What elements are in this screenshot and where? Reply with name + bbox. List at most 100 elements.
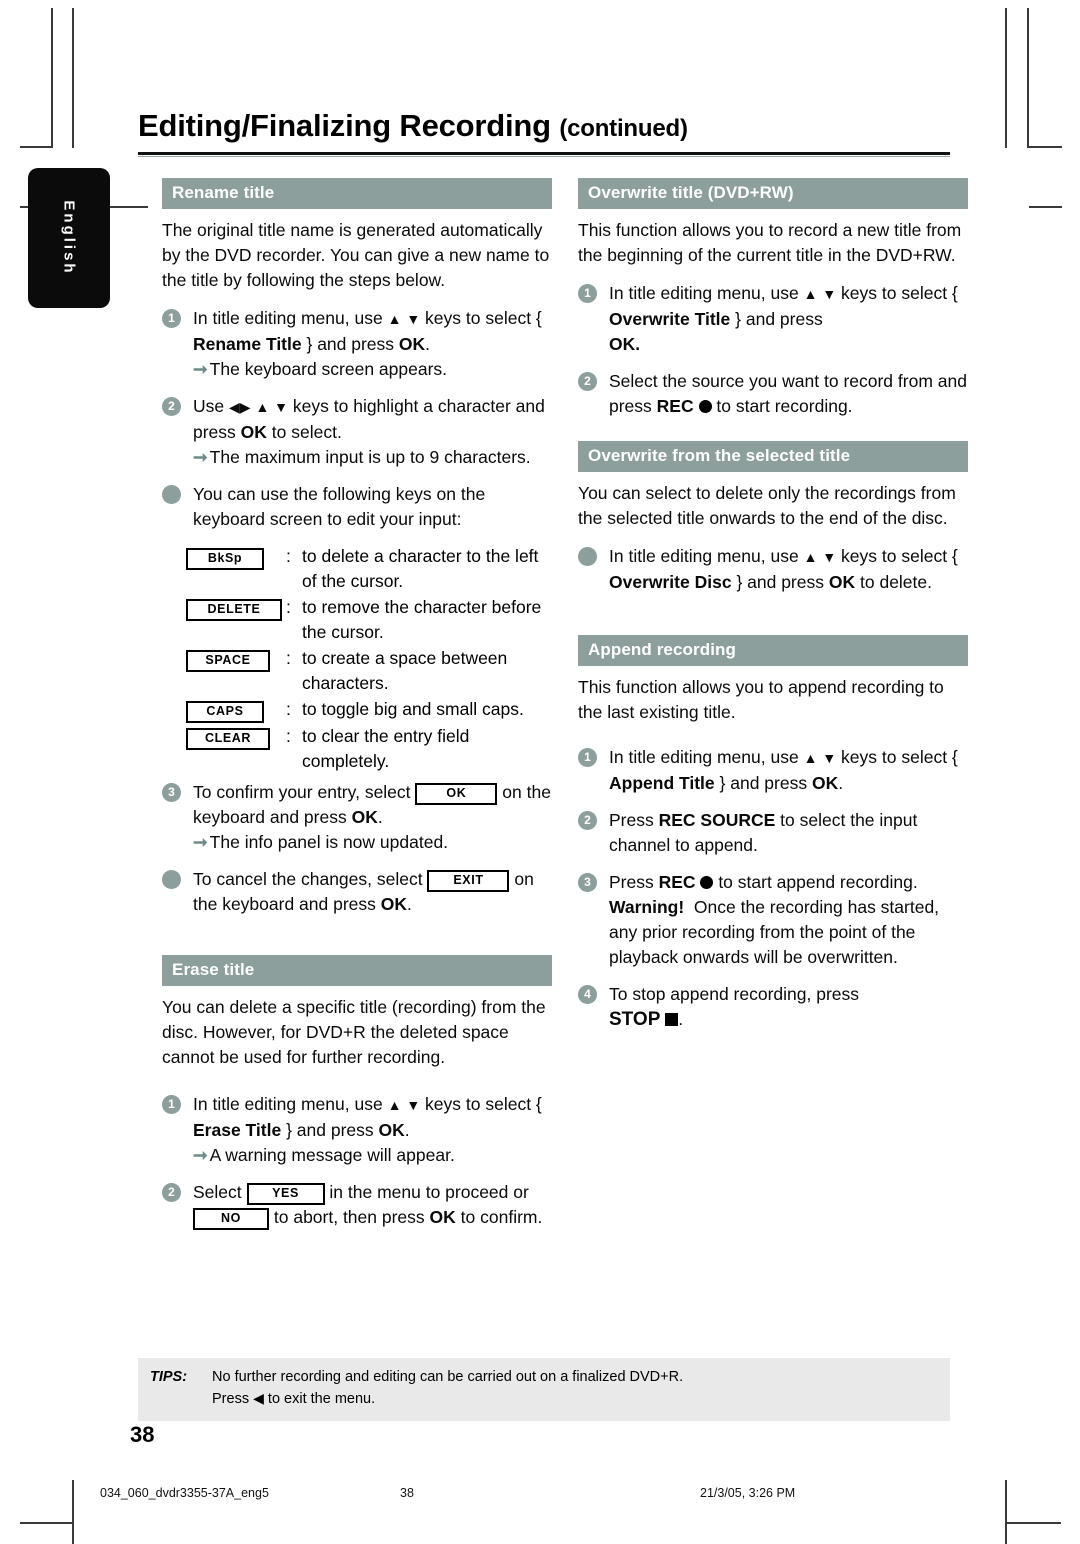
key-colon: : — [286, 699, 291, 719]
overwrite-disc-menu-item: Overwrite Disc — [609, 572, 732, 592]
key-row: SPACE : to create a space between charac… — [186, 646, 552, 696]
step-marker: 3 — [578, 873, 597, 892]
step-marker: 1 — [578, 284, 597, 303]
bksp-key[interactable]: BkSp — [186, 548, 264, 570]
rename-cancel-period: . — [407, 894, 412, 914]
record-dot-icon — [698, 400, 712, 413]
rename-cancel-bullet: To cancel the changes, select EXIT on th… — [162, 867, 552, 917]
arrow-up-icon — [388, 1094, 402, 1114]
key-cell: SPACE — [186, 646, 286, 672]
key-row: CAPS : to toggle big and small caps. — [186, 697, 552, 723]
crop-mark-br-h — [1007, 1522, 1061, 1524]
rename-step3-period: . — [377, 807, 383, 827]
header-rule-thin — [138, 156, 950, 157]
key-colon: : — [286, 726, 291, 746]
rename-step1-result: ➞ The keyboard screen appears. — [193, 357, 552, 382]
ok-onscreen-key[interactable]: OK — [415, 783, 498, 805]
erase-step1-result: ➞ A warning message will appear. — [193, 1143, 552, 1168]
space-key[interactable]: SPACE — [186, 650, 270, 672]
section-heading-overwrite-selected: Overwrite from the selected title — [578, 441, 968, 472]
ok-key-label: OK — [429, 1207, 456, 1227]
bullet-marker — [162, 485, 181, 504]
overwrite-selected-intro: You can select to delete only the record… — [578, 483, 956, 528]
step-marker: 4 — [578, 985, 597, 1004]
key-row: DELETE : to remove the character before … — [186, 595, 552, 645]
tips-line2-b: to exit the menu. — [267, 1391, 376, 1407]
overwrite-step-2: 2 Select the source you want to record f… — [578, 369, 968, 419]
ok-key-label: OK — [828, 572, 856, 592]
rename-step2-result-text: The maximum input is up to 9 characters. — [209, 447, 531, 467]
tips-line-1: No further recording and editing can be … — [212, 1369, 684, 1385]
arrow-left-icon — [229, 396, 240, 416]
key-cell: DELETE — [186, 595, 286, 621]
overwrite-title-menu-item: Overwrite Title — [609, 309, 731, 329]
append-step-2: 2 Press REC SOURCE to select the input c… — [578, 808, 968, 858]
clear-key[interactable]: CLEAR — [186, 728, 270, 750]
tips-lines: No further recording and editing can be … — [212, 1367, 683, 1410]
rec-key-label: REC — [658, 872, 696, 892]
crop-mark-bl-h — [20, 1522, 74, 1524]
key-row: CLEAR : to clear the entry field complet… — [186, 724, 552, 774]
rename-step2-text-c: to select. — [271, 422, 342, 442]
erase-step1-result-text: A warning message will appear. — [209, 1145, 455, 1165]
key-cell: BkSp — [186, 544, 286, 570]
key-cell: CLEAR — [186, 724, 286, 750]
erase-step2-text-c: to abort, then press — [273, 1207, 425, 1227]
yes-onscreen-key[interactable]: YES — [246, 1183, 325, 1205]
page-header: Editing/Finalizing Recording (continued) — [138, 108, 950, 144]
rename-step1-text-c: } and press — [306, 334, 395, 354]
tips-inner: TIPS: No further recording and editing c… — [138, 1367, 950, 1410]
record-dot-icon — [700, 876, 714, 889]
append-step4-text-a: To stop append recording, press — [609, 984, 860, 1004]
print-footer: 034_060_dvdr3355-37A_eng5 38 21/3/05, 3:… — [100, 1486, 980, 1500]
rename-step-2: 2 Use keys to highlight a character and … — [162, 394, 552, 470]
overwrite-title-intro: This function allows you to record a new… — [578, 220, 962, 265]
key-description: to toggle big and small caps. — [302, 699, 524, 719]
append-step1-text-b: keys to select { — [841, 747, 958, 767]
arrow-up-icon — [255, 396, 269, 416]
append-warning: Warning! Once the recording has started,… — [609, 895, 968, 970]
overwrite-step-1: 1 In title editing menu, use keys to sel… — [578, 281, 968, 357]
rename-keys-intro: You can use the following keys on the ke… — [193, 484, 486, 529]
step-marker: 2 — [162, 1183, 181, 1202]
arrow-down-icon — [274, 396, 288, 416]
overwrite-selected-text-d: to delete. — [860, 572, 932, 592]
ok-key-label: OK — [380, 894, 408, 914]
ok-key-label: OK — [811, 773, 839, 793]
crop-mark-tr-h — [1029, 146, 1062, 148]
caps-key[interactable]: CAPS — [186, 701, 264, 723]
rename-step2-text-a: Use — [193, 396, 225, 416]
append-step-3: 3 Press REC to start append recording. W… — [578, 870, 968, 970]
ok-key-label: OK — [240, 422, 267, 442]
warning-label: Warning! — [609, 897, 685, 917]
key-description: to remove the character before the curso… — [302, 597, 542, 642]
append-step1-text-a: In title editing menu, use — [609, 747, 799, 767]
erase-step-2: 2 Select YES in the menu to proceed or N… — [162, 1180, 552, 1230]
rename-step1-text-a: In title editing menu, use — [193, 308, 383, 328]
language-tab: English — [28, 168, 110, 308]
overwrite-selected-text-b: keys to select { — [841, 546, 958, 566]
rename-keys-bullet: You can use the following keys on the ke… — [162, 482, 552, 532]
append-step1-period: . — [838, 773, 844, 793]
no-onscreen-key[interactable]: NO — [193, 1208, 269, 1230]
erase-title-menu-item: Erase Title — [193, 1120, 282, 1140]
overwrite-step1-period: . — [635, 334, 641, 354]
exit-onscreen-key[interactable]: EXIT — [427, 870, 510, 892]
page-number: 38 — [130, 1422, 155, 1447]
key-description: to create a space between characters. — [302, 648, 508, 693]
rec-key-label: REC — [656, 396, 694, 416]
stop-key-label: STOP — [609, 1009, 661, 1030]
crop-mark-bl-v — [72, 1480, 74, 1544]
ok-key-label: OK — [398, 334, 426, 354]
erase-step1-text-c: } and press — [286, 1120, 374, 1140]
delete-key[interactable]: DELETE — [186, 599, 282, 621]
erase-intro: You can delete a specific title (recordi… — [162, 997, 546, 1067]
section-heading-erase-title: Erase title — [162, 955, 552, 986]
rename-step3-result: ➞ The info panel is now updated. — [193, 830, 552, 855]
append-step-1: 1 In title editing menu, use keys to sel… — [578, 745, 968, 796]
section-heading-rename-title: Rename title — [162, 178, 552, 209]
ok-key-label: OK. — [609, 332, 968, 357]
erase-step2-text-a: Select — [193, 1182, 242, 1202]
left-column: Rename title The original title name is … — [162, 178, 552, 1242]
step-marker: 1 — [162, 309, 181, 328]
